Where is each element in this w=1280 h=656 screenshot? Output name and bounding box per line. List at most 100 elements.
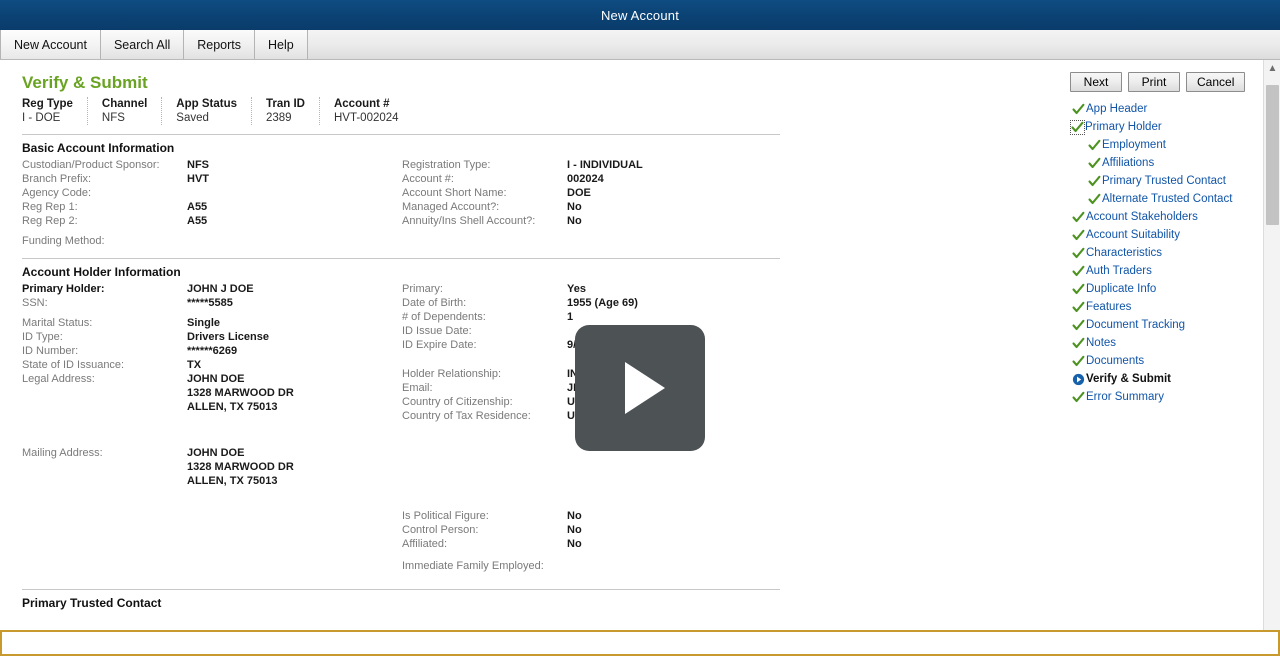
nav-item-error-summary[interactable]: Error Summary [1070, 388, 1264, 406]
nav-item-documents[interactable]: Documents [1070, 352, 1264, 370]
nav-item-label: Verify & Submit [1086, 373, 1171, 385]
field-label: Agency Code: [22, 187, 92, 199]
tab-search-all-label: Search All [113, 37, 171, 52]
nav-item-employment[interactable]: Employment [1070, 136, 1264, 154]
field-label: Date of Birth: [402, 297, 467, 309]
check-icon [1086, 139, 1102, 152]
field-value: JOHN DOE 1328 MARWOOD DR ALLEN, TX 75013 [187, 446, 294, 488]
cancel-button[interactable]: Cancel [1186, 72, 1246, 92]
field-reg-rep-1: Reg Rep 1: A55 [22, 200, 402, 214]
summary-account-number-value: HVT-002024 [333, 112, 399, 124]
right-navigation-panel: Next Print Cancel App Header Primary Hold… [1064, 60, 1264, 656]
field-label: Affiliated: [402, 538, 448, 550]
print-button[interactable]: Print [1128, 72, 1180, 92]
tab-new-account[interactable]: New Account [0, 30, 101, 59]
nav-item-label: Characteristics [1086, 247, 1163, 259]
nav-item-features[interactable]: Features [1070, 298, 1264, 316]
nav-item-affiliations[interactable]: Affiliations [1070, 154, 1264, 172]
field-agency-code: Agency Code: [22, 186, 402, 200]
check-icon [1070, 337, 1086, 350]
tab-reports[interactable]: Reports [184, 30, 256, 59]
field-state-of-id-issuance: State of ID Issuance: TX [22, 358, 402, 372]
field-value: TX [187, 359, 202, 371]
field-label: Email: [402, 382, 433, 394]
mailing-address-line-1: JOHN DOE [187, 447, 245, 459]
basic-account-right-column: Registration Type: I - INDIVIDUAL Accoun… [402, 158, 782, 248]
field-label: Marital Status: [22, 317, 93, 329]
field-registration-type: Registration Type: I - INDIVIDUAL [402, 158, 782, 172]
basic-account-section-title: Basic Account Information [22, 134, 780, 155]
window-title: New Account [600, 7, 680, 23]
field-value: Single [187, 317, 221, 329]
vertical-scrollbar[interactable]: ▲ ▼ [1263, 60, 1280, 656]
nav-item-auth-traders[interactable]: Auth Traders [1070, 262, 1264, 280]
field-label: Registration Type: [402, 159, 491, 171]
check-icon [1070, 355, 1086, 368]
nav-item-label: Documents [1086, 355, 1145, 367]
scrollbar-thumb[interactable] [1266, 85, 1279, 225]
field-value: No [567, 215, 582, 227]
nav-item-verify-and-submit[interactable]: Verify & Submit [1070, 370, 1264, 388]
field-account-number: Account #: 002024 [402, 172, 782, 186]
field-value: No [567, 538, 582, 550]
check-icon [1070, 119, 1085, 135]
application-summary-strip: Reg Type I - DOE Channel NFS App Status … [0, 97, 1064, 125]
nav-item-label: Duplicate Info [1086, 283, 1157, 295]
nav-item-alternate-trusted-contact[interactable]: Alternate Trusted Contact [1070, 190, 1264, 208]
summary-app-status: App Status Saved [176, 97, 252, 125]
field-branch-prefix: Branch Prefix: HVT [22, 172, 402, 186]
field-managed-account: Managed Account?: No [402, 200, 782, 214]
field-label: ID Expire Date: [402, 339, 477, 351]
next-button[interactable]: Next [1070, 72, 1122, 92]
nav-item-primary-holder[interactable]: Primary Holder [1070, 118, 1264, 136]
nav-item-label: Alternate Trusted Contact [1102, 193, 1233, 205]
field-label: Control Person: [402, 524, 479, 536]
field-label: Custodian/Product Sponsor: [22, 159, 160, 171]
nav-item-characteristics[interactable]: Characteristics [1070, 244, 1264, 262]
nav-item-notes[interactable]: Notes [1070, 334, 1264, 352]
page-body: Verify & Submit Reg Type I - DOE Channel… [0, 60, 1280, 656]
field-label: Primary Holder: [22, 283, 105, 295]
field-label: Immediate Family Employed: [402, 560, 544, 572]
nav-item-account-stakeholders[interactable]: Account Stakeholders [1070, 208, 1264, 226]
check-icon [1070, 319, 1086, 332]
nav-item-duplicate-info[interactable]: Duplicate Info [1070, 280, 1264, 298]
nav-item-account-suitability[interactable]: Account Suitability [1070, 226, 1264, 244]
check-icon [1070, 103, 1086, 116]
current-step-icon [1070, 373, 1086, 386]
field-funding-method: Funding Method: [22, 234, 402, 248]
scroll-up-arrow-icon[interactable]: ▲ [1264, 60, 1280, 77]
summary-tran-id-value: 2389 [266, 112, 292, 124]
check-icon [1070, 265, 1086, 278]
nav-item-primary-trusted-contact[interactable]: Primary Trusted Contact [1070, 172, 1264, 190]
summary-account-number-label: Account # [333, 98, 390, 110]
field-annuity-ins-shell-account: Annuity/Ins Shell Account?: No [402, 214, 782, 228]
summary-tran-id-label: Tran ID [266, 98, 305, 110]
field-mailing-address: Mailing Address: JOHN DOE 1328 MARWOOD D… [22, 446, 402, 488]
field-label: Branch Prefix: [22, 173, 92, 185]
field-label: ID Issue Date: [402, 325, 472, 337]
primary-trusted-contact-input[interactable] [0, 630, 1280, 656]
mailing-address-line-3: ALLEN, TX 75013 [187, 475, 278, 487]
nav-item-app-header[interactable]: App Header [1070, 100, 1264, 118]
action-button-row: Next Print Cancel [1064, 72, 1264, 100]
nav-item-label: Notes [1086, 337, 1117, 349]
field-immediate-family-employed: Immediate Family Employed: [402, 559, 782, 573]
nav-item-label: Primary Trusted Contact [1102, 175, 1226, 187]
field-label: Annuity/Ins Shell Account?: [402, 215, 536, 227]
nav-item-document-tracking[interactable]: Document Tracking [1070, 316, 1264, 334]
tab-help[interactable]: Help [255, 30, 308, 59]
check-icon [1070, 211, 1086, 224]
account-holder-left-column: Primary Holder: JOHN J DOE SSN: *****558… [22, 282, 402, 573]
tab-search-all[interactable]: Search All [100, 30, 185, 59]
field-value: NFS [187, 159, 209, 171]
summary-account-number: Account # HVT-002024 [334, 97, 413, 125]
legal-address-line-2: 1328 MARWOOD DR [187, 387, 294, 399]
check-icon [1086, 193, 1102, 206]
section-account-holder-information: Account Holder Information Primary Holde… [0, 258, 1064, 573]
field-label: Mailing Address: [22, 447, 103, 459]
field-value: Drivers License [187, 331, 269, 343]
field-label: ID Number: [22, 345, 79, 357]
play-icon[interactable] [575, 325, 705, 451]
